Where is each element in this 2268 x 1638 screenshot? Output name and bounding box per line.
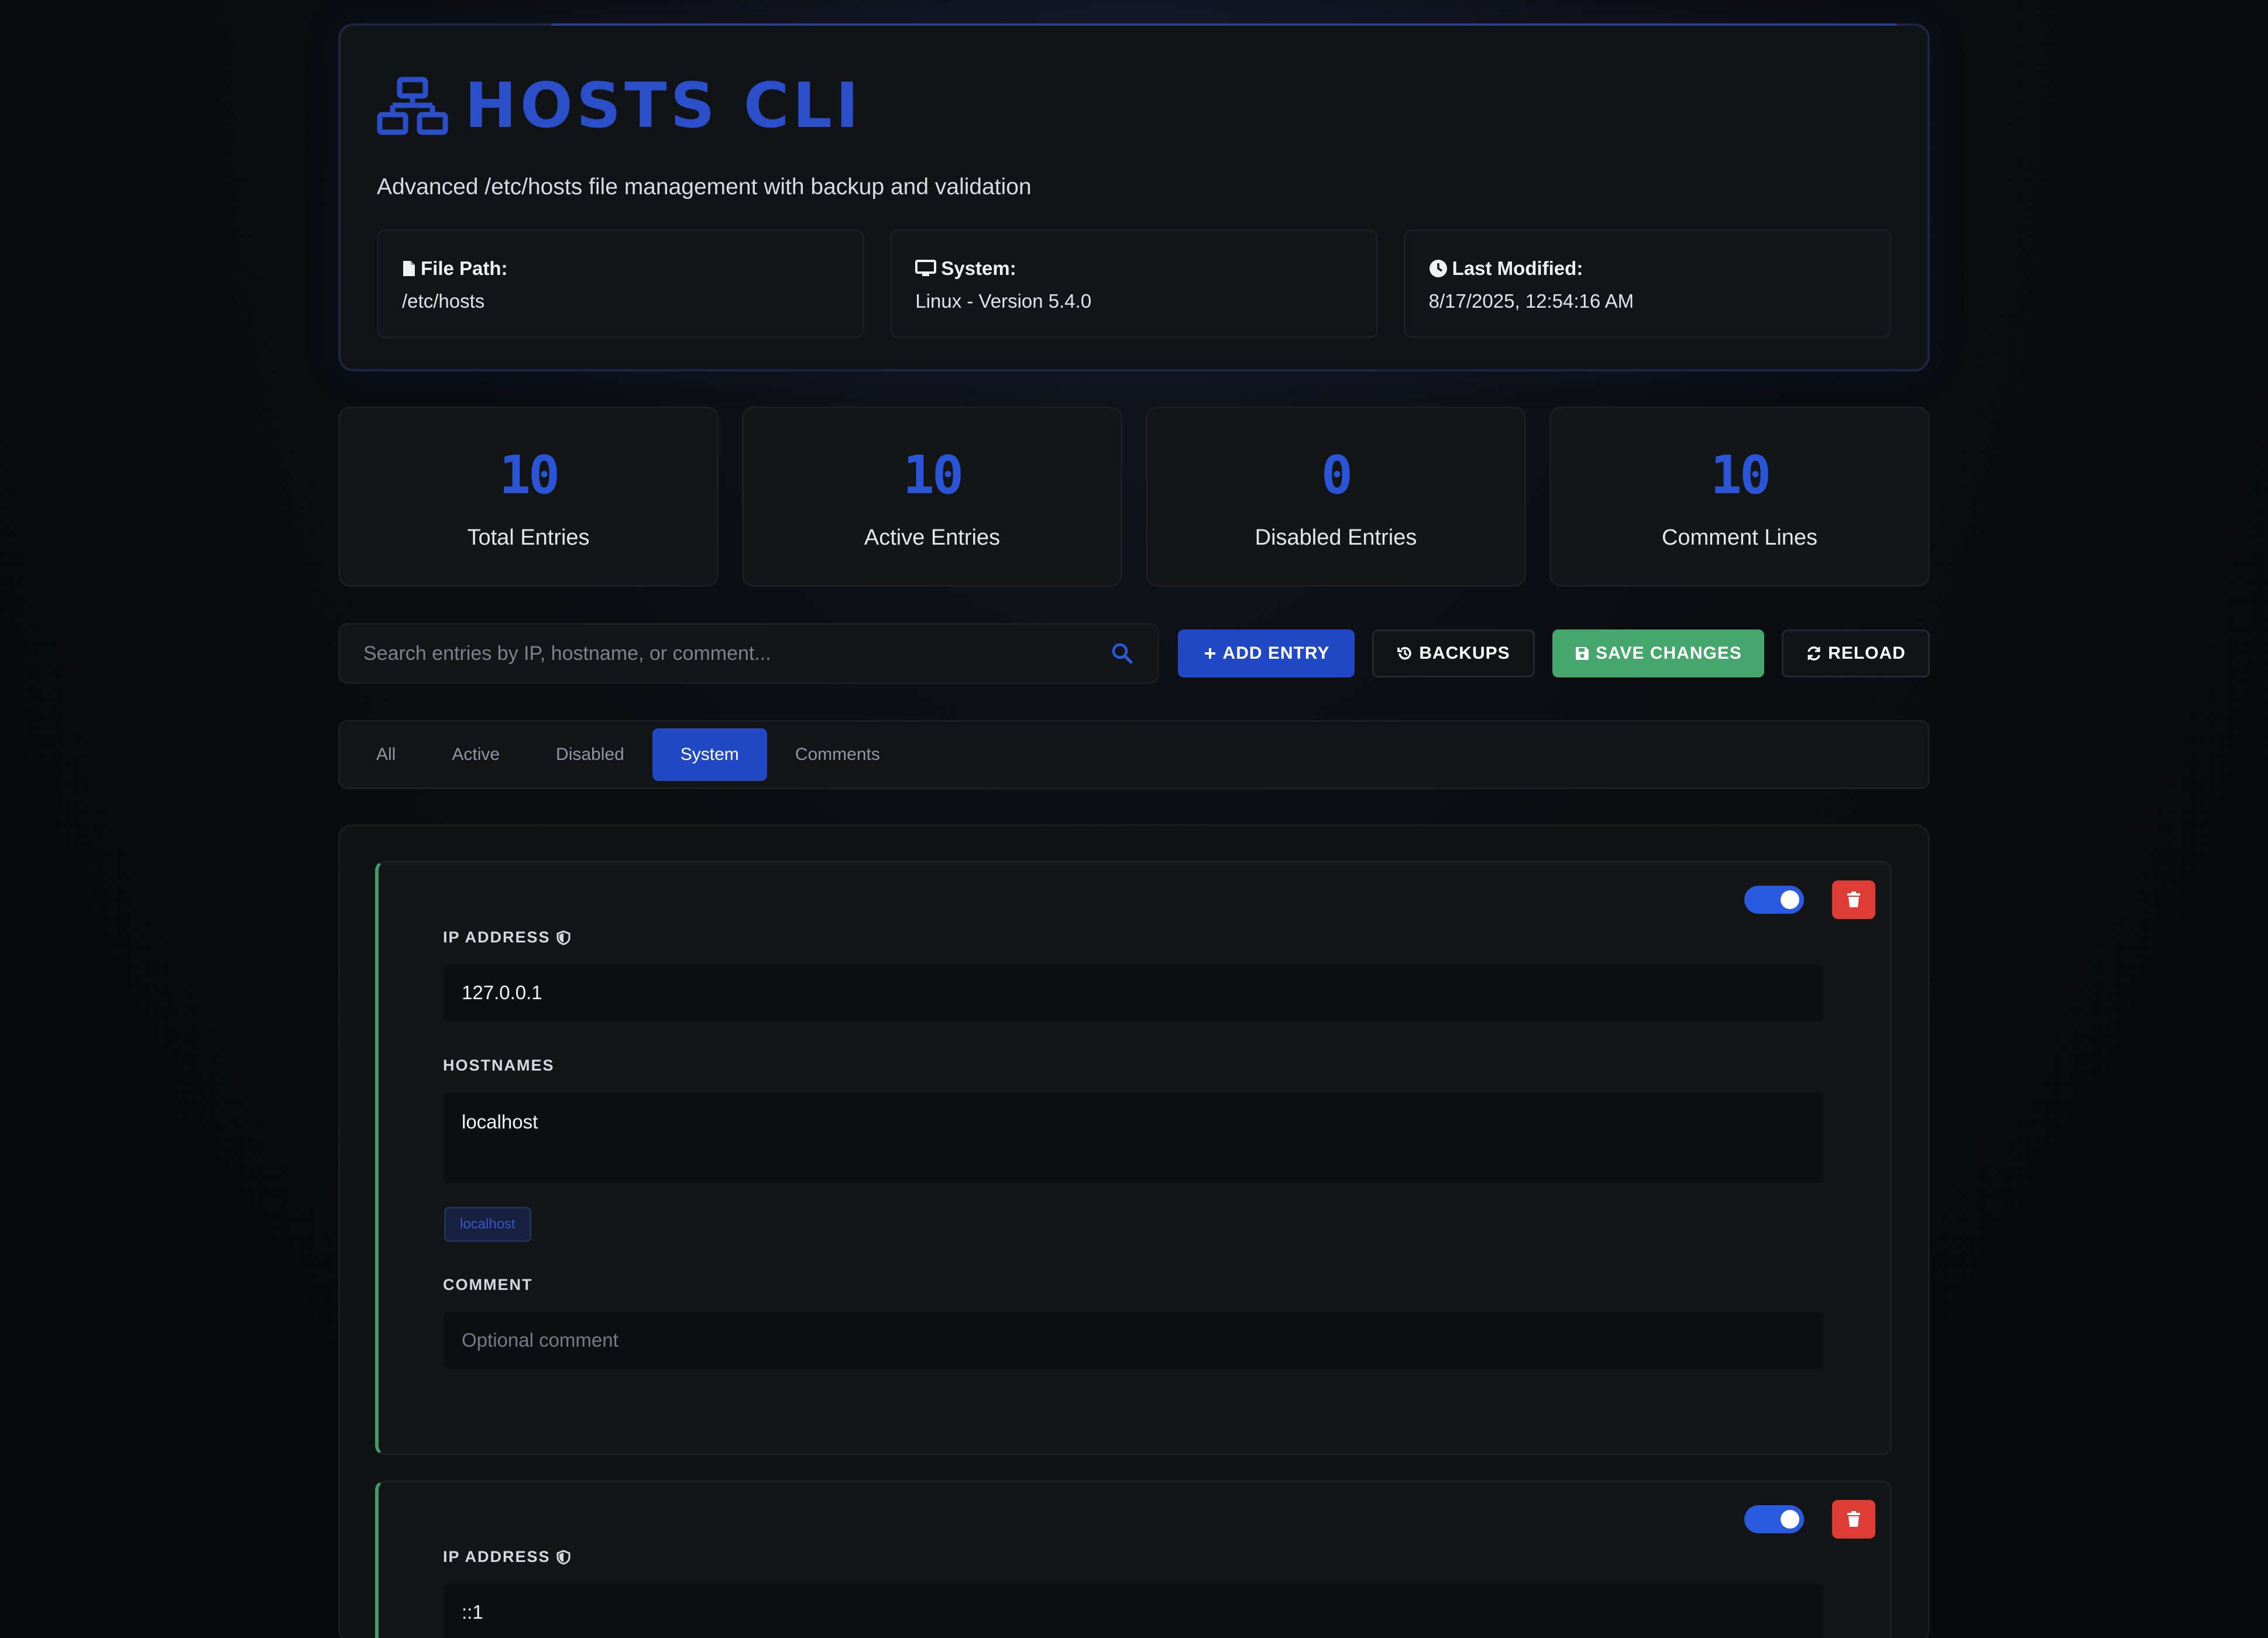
backups-button[interactable]: BACKUPS: [1372, 629, 1535, 677]
stat-disabled-entries: 0 Disabled Entries: [1146, 407, 1526, 587]
host-entry: IP ADDRESS ::1: [375, 1481, 1892, 1638]
enable-toggle[interactable]: [1744, 886, 1804, 914]
save-changes-button[interactable]: SAVE CHANGES: [1552, 629, 1764, 677]
host-entry: IP ADDRESS 127.0.0.1 HOSTNAMES localhost…: [375, 861, 1892, 1455]
backups-label: BACKUPS: [1419, 644, 1510, 663]
stat-value: 0: [1321, 445, 1353, 506]
enable-toggle[interactable]: [1744, 1505, 1804, 1533]
header-accent-line: [551, 23, 1897, 26]
system-value: Linux - Version 5.4.0: [915, 290, 1092, 312]
comment-label: COMMENT: [443, 1276, 533, 1293]
comment-input[interactable]: Optional comment: [443, 1312, 1824, 1369]
last-modified-label: Last Modified:: [1452, 257, 1583, 279]
stat-label: Disabled Entries: [1255, 525, 1417, 550]
stat-value: 10: [499, 445, 560, 506]
title-row: HOSTS CLI: [377, 26, 1891, 137]
file-icon: [403, 261, 415, 276]
delete-button[interactable]: [1832, 880, 1875, 919]
toggle-knob: [1781, 1510, 1799, 1529]
network-icon: [377, 77, 448, 135]
stat-label: Active Entries: [864, 525, 1001, 550]
stat-total-entries: 10 Total Entries: [338, 407, 719, 587]
add-entry-label: ADD ENTRY: [1222, 644, 1330, 663]
clock-icon: [1429, 260, 1447, 277]
save-changes-label: SAVE CHANGES: [1596, 644, 1742, 663]
trash-icon: [1847, 892, 1860, 907]
add-entry-button[interactable]: ADD ENTRY: [1178, 629, 1355, 677]
tab-all[interactable]: All: [348, 728, 424, 781]
search-placeholder: Search entries by IP, hostname, or comme…: [363, 642, 771, 665]
reload-label: RELOAD: [1828, 644, 1906, 663]
file-path-card: File Path: /etc/hosts: [377, 229, 865, 338]
header-card: HOSTS CLI Advanced /etc/hosts file manag…: [338, 23, 1930, 371]
search-input[interactable]: Search entries by IP, hostname, or comme…: [338, 623, 1159, 684]
tab-active[interactable]: Active: [424, 728, 528, 781]
system-card: System: Linux - Version 5.4.0: [890, 229, 1378, 338]
hostnames-textarea[interactable]: localhost: [443, 1092, 1824, 1183]
monitor-icon: [915, 260, 937, 276]
shield-icon: [556, 1549, 571, 1565]
tab-comments[interactable]: Comments: [767, 728, 908, 781]
history-icon: [1397, 646, 1411, 660]
info-row: File Path: /etc/hosts System: Linux - Ve…: [377, 229, 1891, 338]
ip-address-input[interactable]: ::1: [443, 1584, 1824, 1638]
app-container: HOSTS CLI Advanced /etc/hosts file manag…: [338, 23, 1930, 1638]
entry-controls: [1744, 880, 1875, 919]
plus-icon: [1204, 648, 1215, 659]
delete-button[interactable]: [1832, 1500, 1875, 1539]
stat-label: Total Entries: [467, 525, 590, 550]
hostname-chip: localhost: [444, 1207, 531, 1242]
ip-address-label: IP ADDRESS: [443, 928, 551, 946]
app-title: HOSTS CLI: [465, 69, 862, 142]
hostnames-label: HOSTNAMES: [443, 1057, 555, 1074]
file-path-label: File Path:: [421, 257, 508, 279]
stat-comment-lines: 10 Comment Lines: [1549, 407, 1930, 587]
ip-address-input[interactable]: 127.0.0.1: [443, 964, 1824, 1021]
file-path-value: /etc/hosts: [402, 290, 485, 312]
entry-controls: [1744, 1500, 1875, 1539]
last-modified-value: 8/17/2025, 12:54:16 AM: [1428, 290, 1634, 312]
toolbar: Search entries by IP, hostname, or comme…: [338, 623, 1930, 684]
floppy-icon: [1576, 647, 1589, 660]
shield-icon: [556, 930, 571, 945]
filter-tabs: All Active Disabled System Comments: [338, 720, 1930, 789]
refresh-icon: [1807, 646, 1820, 660]
stat-value: 10: [902, 445, 964, 506]
reload-button[interactable]: RELOAD: [1782, 629, 1930, 677]
system-label: System:: [941, 257, 1016, 279]
stat-label: Comment Lines: [1661, 525, 1818, 550]
tab-system[interactable]: System: [652, 728, 767, 781]
last-modified-card: Last Modified: 8/17/2025, 12:54:16 AM: [1403, 229, 1891, 338]
stats-row: 10 Total Entries 10 Active Entries 0 Dis…: [338, 407, 1930, 587]
toggle-knob: [1781, 890, 1799, 909]
stat-active-entries: 10 Active Entries: [742, 407, 1122, 587]
tab-disabled[interactable]: Disabled: [528, 728, 652, 781]
search-icon[interactable]: [1111, 642, 1134, 665]
ip-address-label: IP ADDRESS: [443, 1548, 551, 1565]
stat-value: 10: [1710, 445, 1771, 506]
app-subtitle: Advanced /etc/hosts file management with…: [377, 174, 1032, 199]
entries-panel: IP ADDRESS 127.0.0.1 HOSTNAMES localhost…: [338, 824, 1930, 1638]
trash-icon: [1847, 1511, 1860, 1527]
